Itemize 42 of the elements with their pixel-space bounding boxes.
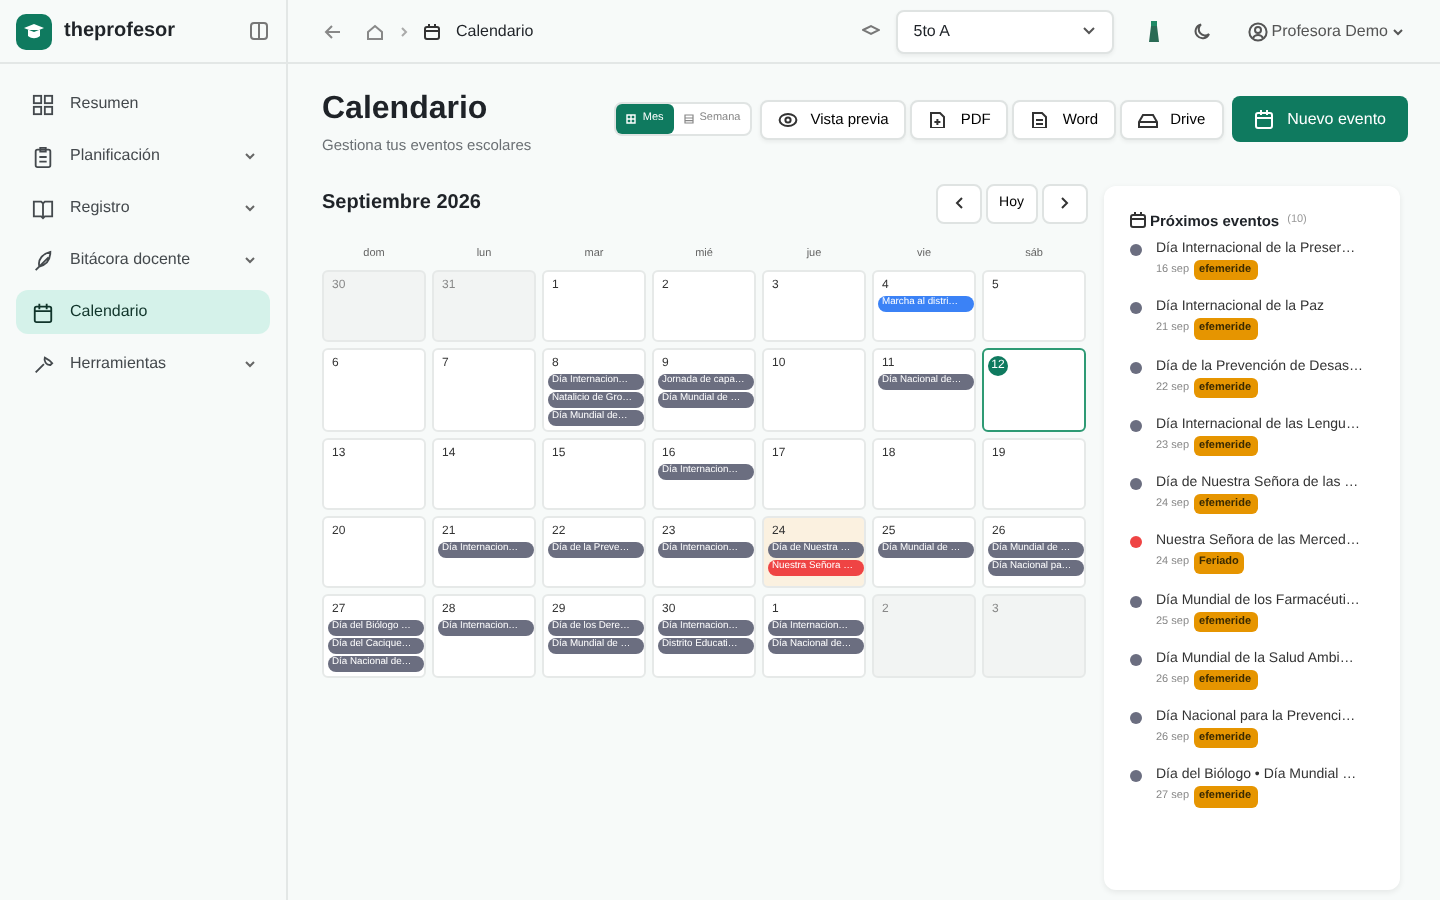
sidebar-item[interactable]: Calendario — [16, 290, 270, 334]
breadcrumb-chevron-icon — [400, 25, 408, 37]
document-icon — [1030, 111, 1051, 127]
chevron-down-icon — [244, 256, 256, 264]
chevron-right-icon — [1060, 196, 1070, 211]
class-select[interactable]: 5to A — [895, 9, 1114, 53]
chevron-left-icon — [953, 196, 964, 211]
sidebar-item[interactable]: Registro — [16, 186, 270, 230]
file-plus-icon — [928, 111, 949, 127]
user-menu[interactable]: Profesora Demo — [1243, 15, 1408, 47]
month-title: Septiembre 2026 — [322, 190, 483, 219]
sidebar-item[interactable]: Bitácora docente — [16, 238, 270, 282]
page-title: Calendario — [322, 92, 490, 128]
calendar-icon — [1130, 212, 1146, 229]
back-arrow-icon[interactable] — [324, 23, 342, 39]
grid-icon — [32, 93, 54, 115]
sidebar-item[interactable]: Resumen — [16, 82, 270, 126]
eye-icon — [778, 111, 799, 127]
brand-name: theprofesor — [64, 18, 178, 46]
chevron-down-icon — [1081, 26, 1096, 36]
feather-icon — [32, 249, 54, 271]
chevron-down-icon — [1392, 27, 1404, 35]
book-icon — [32, 197, 54, 219]
user-avatar-icon — [1247, 21, 1268, 41]
calendar-icon — [1253, 109, 1274, 129]
calendar-icon — [32, 301, 54, 323]
sidebar-item[interactable]: Herramientas — [16, 342, 270, 386]
breadcrumb-current: Calendario — [456, 19, 534, 43]
chevron-down-icon — [244, 360, 256, 368]
drive-icon — [1138, 111, 1159, 127]
logo-icon — [16, 13, 52, 49]
list-icon — [683, 114, 694, 124]
moon-icon[interactable] — [1193, 22, 1212, 40]
chevron-down-icon — [244, 204, 256, 212]
calendar-icon — [424, 23, 440, 39]
new-event-button[interactable]: Nuevo evento — [1231, 96, 1408, 142]
sidebar-item[interactable]: Planificación — [16, 134, 270, 178]
home-icon[interactable] — [366, 23, 384, 39]
clipboard-icon — [32, 145, 54, 167]
sidebar-toggle-icon[interactable] — [250, 22, 268, 40]
chevron-down-icon — [244, 152, 256, 160]
grid-icon — [626, 114, 637, 124]
